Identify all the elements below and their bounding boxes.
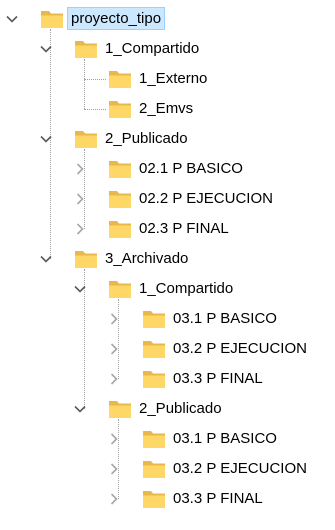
folder-icon	[142, 459, 166, 479]
tree-item-label: 02.3 P FINAL	[139, 220, 229, 237]
folder-icon	[142, 369, 166, 389]
tree-item-label: 03.1 P BASICO	[173, 310, 277, 327]
tree-item[interactable]: 03.1 P BASICO	[0, 424, 335, 454]
chevron-down-icon[interactable]	[39, 42, 53, 56]
chevron-down-icon[interactable]	[73, 282, 87, 296]
chevron-right-icon[interactable]	[73, 222, 87, 236]
tree-item[interactable]: 03.1 P BASICO	[0, 304, 335, 334]
tree-item[interactable]: 03.2 P EJECUCION	[0, 454, 335, 484]
folder-tree: proyecto_tipo 1_Compartido 1_Externo 2_Emvs…	[0, 0, 335, 530]
tree-item-label: 02.1 P BASICO	[139, 160, 243, 177]
tree-item[interactable]: 2_Emvs	[0, 94, 335, 124]
tree-item-label: proyecto_tipo	[66, 7, 166, 30]
folder-icon	[108, 219, 132, 239]
chevron-right-icon[interactable]	[73, 192, 87, 206]
tree-item[interactable]: 02.3 P FINAL	[0, 214, 335, 244]
tree-item-label: 2_Emvs	[139, 100, 194, 117]
folder-icon	[142, 489, 166, 509]
tree-item[interactable]: 2_Publicado	[0, 394, 335, 424]
tree-item[interactable]: 03.3 P FINAL	[0, 484, 335, 514]
folder-icon	[108, 99, 132, 119]
folder-icon	[142, 429, 166, 449]
tree-item-label: 3_Archivado	[105, 250, 189, 267]
tree-item[interactable]: 02.1 P BASICO	[0, 154, 335, 184]
tree-item-label: 03.3 P FINAL	[173, 370, 263, 387]
folder-icon	[108, 159, 132, 179]
folder-icon	[74, 249, 98, 269]
tree-item[interactable]: proyecto_tipo	[0, 4, 335, 34]
chevron-right-icon[interactable]	[73, 162, 87, 176]
folder-icon	[142, 339, 166, 359]
tree-item-label: 1_Compartido	[139, 280, 234, 297]
tree-item[interactable]: 03.2 P EJECUCION	[0, 334, 335, 364]
chevron-down-icon[interactable]	[5, 12, 19, 26]
tree-item[interactable]: 1_Externo	[0, 64, 335, 94]
tree-item-label: 1_Externo	[139, 70, 208, 87]
folder-icon	[108, 69, 132, 89]
folder-icon	[108, 189, 132, 209]
tree-item[interactable]: 1_Compartido	[0, 34, 335, 64]
folder-icon	[108, 279, 132, 299]
tree-item-label: 03.3 P FINAL	[173, 490, 263, 507]
tree-item-label: 03.2 P EJECUCION	[173, 340, 307, 357]
chevron-right-icon[interactable]	[107, 372, 121, 386]
tree-item[interactable]: 2_Publicado	[0, 124, 335, 154]
tree-item-label: 1_Compartido	[105, 40, 200, 57]
chevron-right-icon[interactable]	[107, 342, 121, 356]
folder-icon	[40, 9, 64, 29]
chevron-down-icon[interactable]	[39, 132, 53, 146]
tree-item[interactable]: 1_Compartido	[0, 274, 335, 304]
tree-item-label: 03.1 P BASICO	[173, 430, 277, 447]
folder-icon	[108, 399, 132, 419]
folder-icon	[74, 39, 98, 59]
tree-item-label: 02.2 P EJECUCION	[139, 190, 273, 207]
folder-icon	[142, 309, 166, 329]
chevron-right-icon[interactable]	[107, 462, 121, 476]
folder-icon	[74, 129, 98, 149]
chevron-right-icon[interactable]	[107, 432, 121, 446]
chevron-right-icon[interactable]	[107, 312, 121, 326]
tree-item[interactable]: 3_Archivado	[0, 244, 335, 274]
tree-item[interactable]: 02.2 P EJECUCION	[0, 184, 335, 214]
chevron-right-icon[interactable]	[107, 492, 121, 506]
tree-item-label: 03.2 P EJECUCION	[173, 460, 307, 477]
tree-item-label: 2_Publicado	[105, 130, 188, 147]
chevron-down-icon[interactable]	[73, 402, 87, 416]
chevron-down-icon[interactable]	[39, 252, 53, 266]
tree-item-label: 2_Publicado	[139, 400, 222, 417]
tree-item[interactable]: 03.3 P FINAL	[0, 364, 335, 394]
